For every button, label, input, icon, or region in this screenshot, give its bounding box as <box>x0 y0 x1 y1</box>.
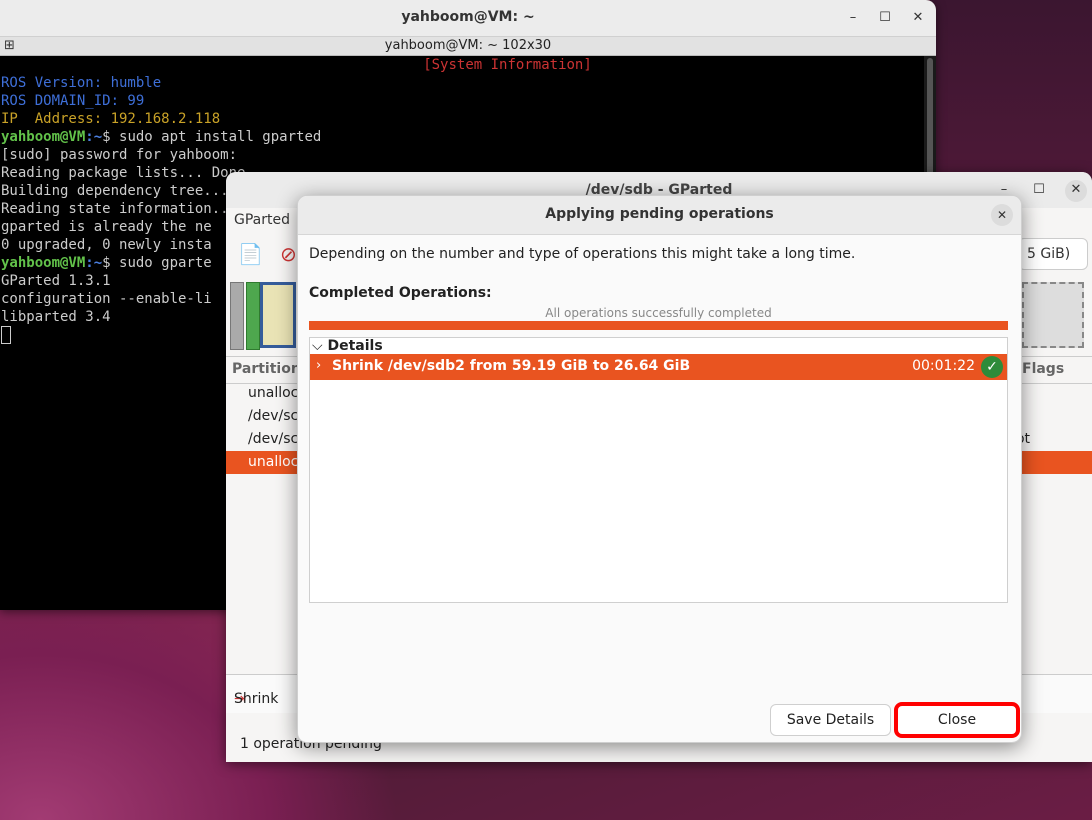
progress-bar <box>309 321 1008 330</box>
dialog-title: Applying pending operations <box>545 206 774 222</box>
prompt-command: $ sudo gparte <box>102 255 212 271</box>
terminal-line: [sudo] password for yahboom: <box>1 147 238 163</box>
operation-time: 00:01:22 <box>912 358 975 374</box>
prompt-user: yahboom@VM <box>1 255 86 271</box>
prompt-command: $ sudo apt install gparted <box>102 129 322 145</box>
partition-name: unalloc <box>248 385 299 401</box>
terminal-tab-title: yahboom@VM: ~ 102x30 <box>384 38 552 53</box>
terminal-cursor <box>1 326 11 344</box>
prompt-path: :~ <box>85 255 103 271</box>
terminal-tabbar: ⊞ yahboom@VM: ~ 102x30 <box>0 37 936 56</box>
dialog-description: Depending on the number and type of oper… <box>309 246 856 262</box>
partition-segment[interactable] <box>260 282 296 348</box>
progress-fill <box>309 321 1008 330</box>
terminal-line: IP Address: 192.168.2.118 <box>1 111 221 127</box>
maximize-icon[interactable]: ☐ <box>875 8 895 28</box>
partition-name: unalloc <box>248 454 299 470</box>
column-partition[interactable]: Partition <box>232 361 301 377</box>
success-check-icon: ✓ <box>981 356 1003 378</box>
details-panel[interactable]: ⌵ Details › Shrink /dev/sdb2 from 59.19 … <box>309 337 1008 603</box>
partition-segment[interactable] <box>230 282 244 350</box>
terminal-line: ROS DOMAIN_ID: 99 <box>1 93 145 109</box>
device-select[interactable]: 5 GiB) <box>1018 238 1088 270</box>
close-icon[interactable]: ✕ <box>908 8 928 28</box>
chevron-right-icon[interactable]: › <box>316 358 321 373</box>
close-icon[interactable]: ✕ <box>1065 180 1087 202</box>
operation-row[interactable]: › Shrink /dev/sdb2 from 59.19 GiB to 26.… <box>310 354 1007 380</box>
delete-icon[interactable]: ⊘ <box>280 242 297 266</box>
prompt-path: :~ <box>85 129 103 145</box>
apply-operations-dialog[interactable]: Applying pending operations ✕ Depending … <box>297 195 1022 743</box>
chevron-down-icon: ⌵ <box>312 338 323 354</box>
terminal-titlebar[interactable]: yahboom@VM: ~ – ☐ ✕ <box>0 0 936 37</box>
terminal-line: [System Information] <box>423 57 592 73</box>
partition-name: /dev/sc <box>248 431 299 447</box>
save-details-button[interactable]: Save Details <box>770 704 891 736</box>
terminal-window-title: yahboom@VM: ~ <box>401 9 535 25</box>
completed-operations-label: Completed Operations: <box>309 285 492 301</box>
details-label: Details <box>327 338 383 354</box>
unallocated-segment[interactable] <box>1022 282 1084 348</box>
prompt-user: yahboom@VM <box>1 129 86 145</box>
maximize-icon[interactable]: ☐ <box>1029 180 1049 200</box>
dialog-titlebar[interactable]: Applying pending operations ✕ <box>298 196 1021 235</box>
progress-text: All operations successfully completed <box>545 306 772 320</box>
partition-segment[interactable] <box>246 282 260 350</box>
new-operation-icon[interactable]: 📄 <box>238 242 263 266</box>
terminal-line: ROS Version: humble <box>1 75 162 91</box>
operation-label: Shrink /dev/sdb2 from 59.19 GiB to 26.64… <box>332 358 691 374</box>
column-flags[interactable]: Flags <box>1022 361 1064 377</box>
pending-operation-label: Shrink <box>234 691 279 707</box>
minimize-icon[interactable]: – <box>843 8 863 28</box>
close-button[interactable]: Close <box>894 702 1020 738</box>
menu-gparted[interactable]: GParted <box>234 212 290 228</box>
close-icon[interactable]: ✕ <box>991 204 1013 226</box>
partition-name: /dev/sc <box>248 408 299 424</box>
terminal-line: yahboom@VM:~$ sudo apt install gparted <box>1 128 924 146</box>
